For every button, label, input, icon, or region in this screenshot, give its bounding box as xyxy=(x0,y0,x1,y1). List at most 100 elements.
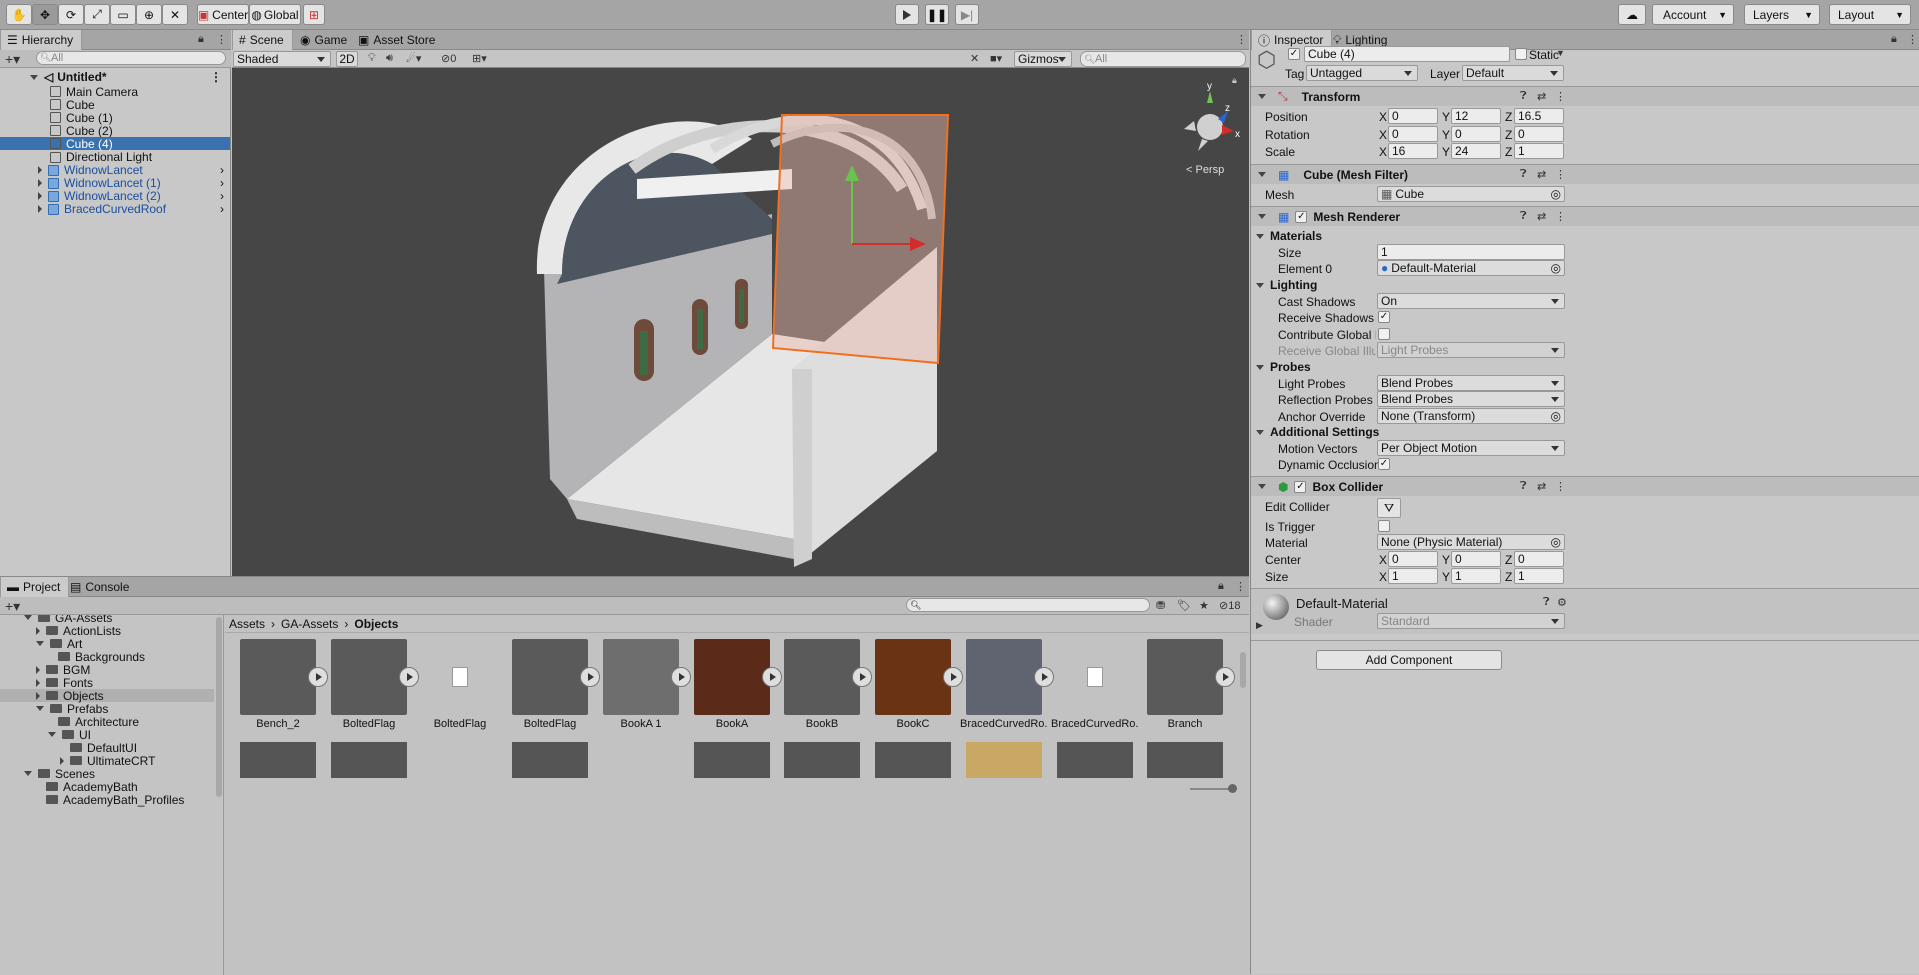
scale-x-axis-label[interactable]: X xyxy=(1379,145,1387,159)
expand-prefab-icon[interactable] xyxy=(1215,667,1235,687)
collapse-arrow-icon[interactable] xyxy=(1258,94,1266,99)
folder-tree-item[interactable]: UI xyxy=(0,728,214,742)
mesh-renderer-header[interactable]: ▦ ✓ Mesh Renderer xyxy=(1251,206,1919,226)
collider-center-z-axis-label[interactable]: Z xyxy=(1505,553,1512,567)
static-checkbox[interactable] xyxy=(1515,48,1527,60)
asset-item[interactable]: BoltedFlag xyxy=(422,639,510,735)
scale-x-input[interactable]: 16 xyxy=(1388,143,1438,159)
asset-thumbnail[interactable] xyxy=(512,742,588,778)
dynamic-occlusion-checkbox[interactable]: ✓ xyxy=(1378,458,1390,470)
expand-arrow-icon[interactable]: ▶ xyxy=(1256,620,1263,631)
chevron-right-icon[interactable]: › xyxy=(220,163,224,177)
transform-header[interactable]: ⤡ Transform xyxy=(1251,86,1919,106)
preset-icon[interactable]: ⇄ xyxy=(1537,90,1546,103)
lock-icon[interactable]: 🔒︎ xyxy=(1218,580,1224,593)
expand-prefab-icon[interactable] xyxy=(1034,667,1054,687)
asset-item[interactable]: BookA 1 xyxy=(603,639,691,735)
asset-thumbnail[interactable] xyxy=(1057,742,1133,778)
chevron-down-icon[interactable]: ▼ xyxy=(1556,48,1565,58)
more-options-icon[interactable]: ⋮ xyxy=(216,33,227,46)
asset-thumbnail[interactable] xyxy=(966,742,1042,778)
collider-center-x-input[interactable]: 0 xyxy=(1388,551,1438,567)
expand-arrow-icon[interactable] xyxy=(1256,429,1264,435)
expand-arrow-icon[interactable] xyxy=(38,205,42,214)
help-icon[interactable]: ❓︎ xyxy=(1520,90,1527,103)
transform-tool-icon[interactable]: ⊕ xyxy=(136,4,162,25)
folder-tree-item[interactable]: AcademyBath_Profiles xyxy=(0,793,214,807)
effects-dropdown-icon[interactable]: ☄▾ xyxy=(406,52,421,65)
asset-item[interactable]: BookA xyxy=(694,639,782,735)
layers-dropdown[interactable]: Layers ▼ xyxy=(1744,4,1820,25)
box-collider-header[interactable]: ⬢ ✓ Box Collider xyxy=(1251,476,1919,496)
position-y-input[interactable]: 12 xyxy=(1451,108,1501,124)
grid-snap-icon[interactable]: ⊞ xyxy=(303,4,325,25)
expand-arrow-icon[interactable] xyxy=(1256,282,1264,288)
2d-toggle-button[interactable]: 2D xyxy=(336,51,358,67)
collider-size-y-axis-label[interactable]: Y xyxy=(1442,570,1450,584)
anchor-override-field[interactable]: None (Transform) ◎ xyxy=(1377,408,1565,424)
folder-tree-item[interactable]: ActionLists xyxy=(0,624,214,638)
more-options-icon[interactable]: ⋮ xyxy=(1235,580,1246,593)
expand-prefab-icon[interactable] xyxy=(399,667,419,687)
asset-thumbnail[interactable] xyxy=(331,742,407,778)
additional-settings-foldout[interactable]: Additional Settings xyxy=(1256,424,1379,440)
tab-console[interactable]: ▤ Console xyxy=(64,577,137,597)
folder-tree-item[interactable]: DefaultUI xyxy=(0,741,214,755)
asset-item[interactable]: BoltedFlag xyxy=(512,639,600,735)
expand-arrow-icon[interactable] xyxy=(1256,364,1264,370)
element-0-field[interactable]: ● Default-Material ◎ xyxy=(1377,260,1565,276)
add-component-button[interactable]: Add Component xyxy=(1316,650,1502,670)
expand-prefab-icon[interactable] xyxy=(580,667,600,687)
step-button[interactable]: ▶| xyxy=(955,4,979,25)
edit-collider-button[interactable]: ⛛ xyxy=(1377,498,1401,518)
layer-dropdown[interactable]: Default xyxy=(1462,65,1564,81)
asset-item[interactable]: BracedCurvedRo... xyxy=(960,639,1054,735)
expand-arrow-icon[interactable] xyxy=(1256,233,1264,239)
rotation-x-axis-label[interactable]: X xyxy=(1379,128,1387,142)
hidden-packages-icon[interactable]: ⊘18 xyxy=(1219,599,1240,612)
hierarchy-item[interactable]: Cube (2) xyxy=(0,124,230,138)
component-menu-icon[interactable]: ⋮ xyxy=(1555,210,1566,223)
hierarchy-item[interactable]: Cube xyxy=(0,98,230,112)
breadcrumb-assets[interactable]: Assets xyxy=(229,617,265,631)
hierarchy-item[interactable]: Directional Light xyxy=(0,150,230,164)
asset-thumbnail[interactable] xyxy=(875,742,951,778)
preset-icon[interactable]: ⇄ xyxy=(1537,210,1546,223)
help-icon[interactable]: ❓︎ xyxy=(1520,168,1527,181)
folder-tree-item[interactable]: Art xyxy=(0,637,214,651)
object-picker-icon[interactable]: ◎ xyxy=(1551,187,1561,201)
asset-item[interactable]: Bench_2 xyxy=(240,639,328,735)
more-options-icon[interactable]: ⋮ xyxy=(1907,33,1918,46)
shading-mode-dropdown[interactable]: Shaded xyxy=(233,51,331,67)
help-icon[interactable]: ❓︎ xyxy=(1520,480,1527,493)
hierarchy-item[interactable]: Cube (4) xyxy=(0,137,230,151)
account-dropdown[interactable]: Account ▼ xyxy=(1652,4,1734,25)
collapse-arrow-icon[interactable] xyxy=(1258,484,1266,489)
folder-tree-item[interactable]: Objects xyxy=(0,689,214,703)
lighting-foldout[interactable]: Lighting xyxy=(1256,277,1317,293)
materials-foldout[interactable]: Materials xyxy=(1256,228,1322,244)
folder-tree-item[interactable]: Architecture xyxy=(0,715,214,729)
expand-prefab-icon[interactable] xyxy=(671,667,691,687)
add-icon[interactable]: +▾ xyxy=(5,598,20,615)
folder-tree-item[interactable]: Fonts xyxy=(0,676,214,690)
hierarchy-item[interactable]: WidnowLancet (1) › xyxy=(0,176,230,190)
component-menu-icon[interactable]: ⋮ xyxy=(1555,168,1566,181)
hierarchy-item[interactable]: WidnowLancet › xyxy=(0,163,230,177)
component-menu-icon[interactable]: ⋮ xyxy=(1555,480,1566,493)
collider-size-z-input[interactable]: 1 xyxy=(1514,568,1564,584)
pause-button[interactable]: ❚❚ xyxy=(925,4,949,25)
collider-center-y-axis-label[interactable]: Y xyxy=(1442,553,1450,567)
scale-z-axis-label[interactable]: Z xyxy=(1505,145,1512,159)
hidden-objects-icon[interactable]: ⊘0 xyxy=(441,52,456,65)
expand-arrow-icon[interactable] xyxy=(24,615,32,620)
expand-arrow-icon[interactable] xyxy=(38,166,42,175)
lock-icon[interactable]: 🔒︎ xyxy=(1891,33,1897,46)
collider-size-x-axis-label[interactable]: X xyxy=(1379,570,1387,584)
asset-item[interactable]: Branch xyxy=(1147,639,1235,735)
shader-dropdown[interactable]: Standard xyxy=(1377,613,1565,629)
chevron-right-icon[interactable]: › xyxy=(220,189,224,203)
hierarchy-item[interactable]: Cube (1) xyxy=(0,111,230,125)
collapse-arrow-icon[interactable] xyxy=(1258,172,1266,177)
chevron-right-icon[interactable]: › xyxy=(220,202,224,216)
